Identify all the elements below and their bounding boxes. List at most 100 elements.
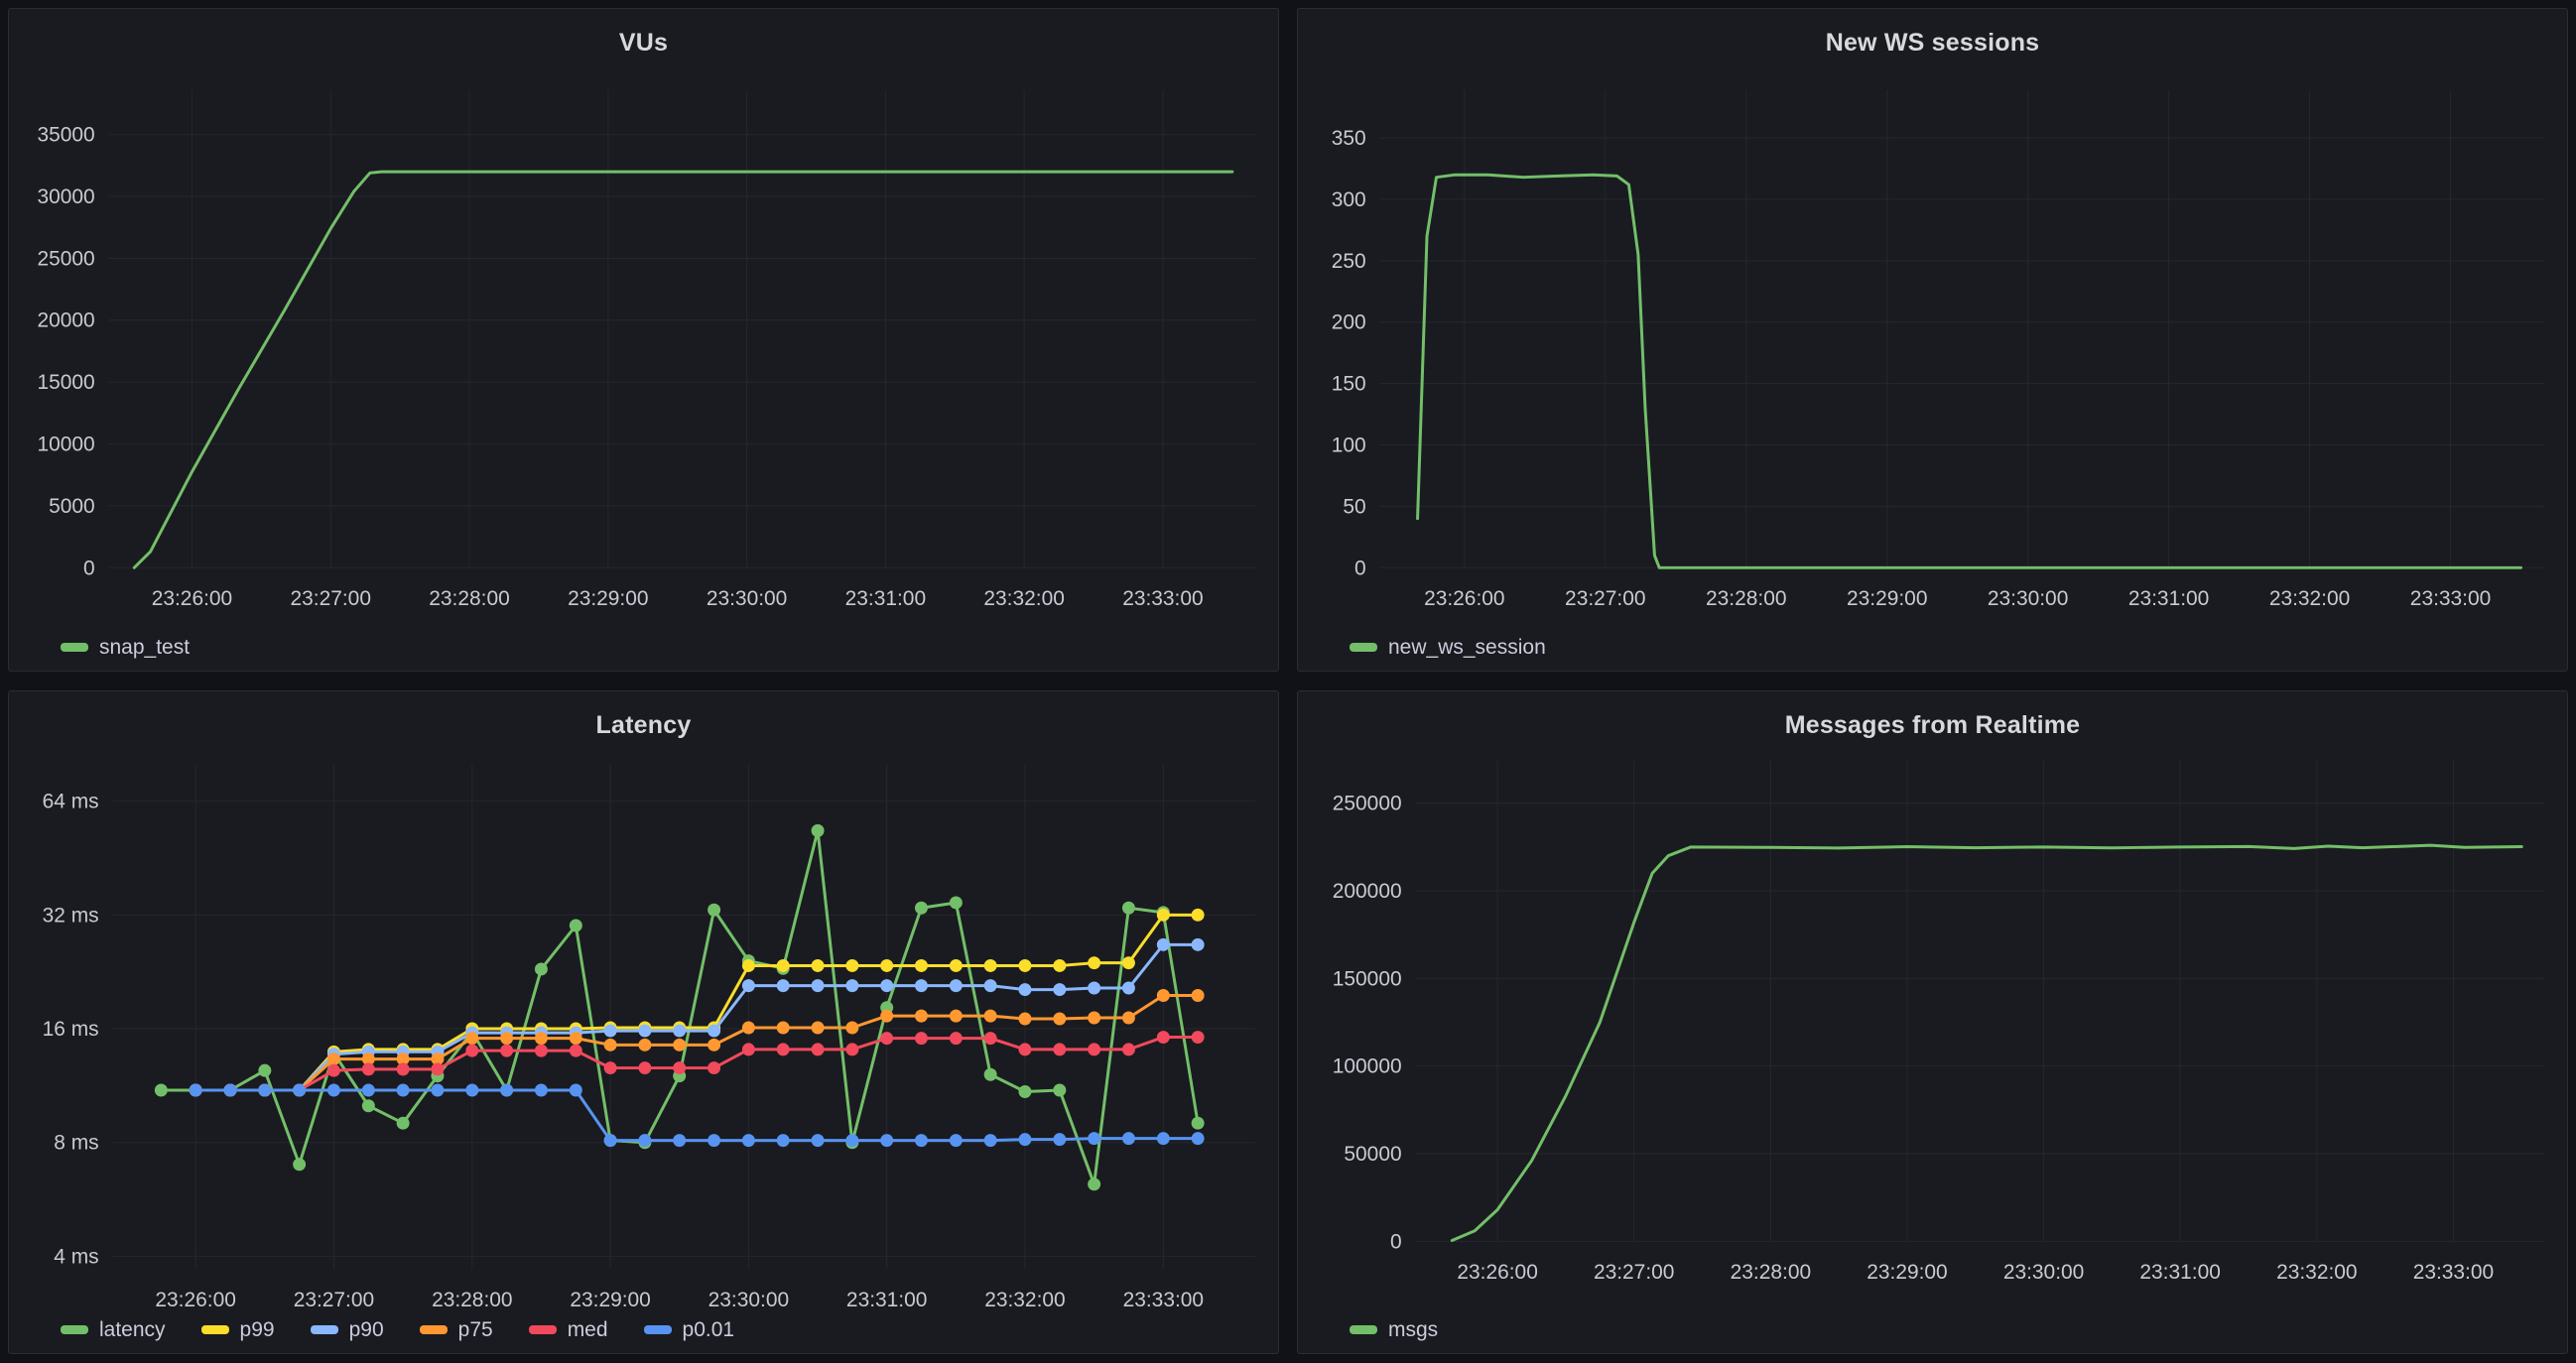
new-ws-sessions-chart-svg[interactable]: 05010015020025030035023:26:0023:27:0023:… (1298, 9, 2567, 671)
legend-swatch-p0.01 (644, 1325, 672, 1334)
svg-text:23:28:00: 23:28:00 (1731, 1261, 1811, 1284)
latency-chart-svg[interactable]: 4 ms8 ms16 ms32 ms64 ms23:26:0023:27:002… (9, 691, 1278, 1353)
svg-text:23:32:00: 23:32:00 (984, 1289, 1065, 1311)
svg-text:23:31:00: 23:31:00 (2128, 587, 2209, 610)
legend-item-snap_test[interactable]: snap_test (61, 637, 190, 658)
svg-text:32 ms: 32 ms (43, 904, 99, 927)
legend-swatch-msgs (1350, 1325, 1377, 1334)
legend-swatch-new_ws_session (1350, 643, 1377, 652)
svg-text:23:28:00: 23:28:00 (1706, 587, 1786, 610)
svg-text:23:27:00: 23:27:00 (291, 587, 371, 610)
legend-label: new_ws_session (1388, 637, 1546, 658)
panel-messages-from-realtime: 05000010000015000020000025000023:26:0023… (1297, 690, 2568, 1354)
svg-text:23:31:00: 23:31:00 (845, 587, 926, 610)
messages-chart-svg[interactable]: 05000010000015000020000025000023:26:0023… (1298, 691, 2567, 1353)
svg-text:23:33:00: 23:33:00 (2410, 587, 2491, 610)
new-ws-sessions-chart[interactable]: 05010015020025030035023:26:0023:27:0023:… (1298, 9, 2567, 671)
svg-text:23:29:00: 23:29:00 (1847, 587, 1927, 610)
svg-text:23:29:00: 23:29:00 (570, 1289, 650, 1311)
svg-text:5000: 5000 (49, 495, 95, 518)
svg-text:0: 0 (1354, 557, 1366, 579)
messages-legend: msgs (1350, 1319, 1438, 1340)
legend-label: msgs (1388, 1319, 1438, 1340)
svg-text:23:30:00: 23:30:00 (708, 1289, 789, 1311)
svg-text:23:29:00: 23:29:00 (568, 587, 648, 610)
latency-legend: latency p99 p90 p75 med p0.01 (61, 1319, 734, 1340)
svg-text:0: 0 (83, 557, 95, 579)
legend-swatch-latency (61, 1325, 88, 1334)
legend-label: p75 (458, 1319, 493, 1340)
svg-text:23:27:00: 23:27:00 (294, 1289, 374, 1311)
svg-text:200000: 200000 (1333, 880, 1402, 903)
legend-item-new_ws_session[interactable]: new_ws_session (1350, 637, 1546, 658)
svg-text:23:31:00: 23:31:00 (2139, 1261, 2220, 1284)
legend-label: snap_test (99, 637, 190, 658)
panel-new-ws-sessions: 05010015020025030035023:26:0023:27:0023:… (1297, 8, 2568, 672)
svg-text:200: 200 (1332, 311, 1366, 334)
svg-text:20000: 20000 (37, 310, 94, 332)
new-ws-sessions-legend: new_ws_session (1350, 637, 1546, 658)
panel-vus: 0 5000 10000 15000 20000 25000 30000 35000 23:26… (8, 8, 1279, 672)
panel-title-new-ws-sessions[interactable]: New WS sessions (1298, 29, 2567, 58)
legend-item-msgs[interactable]: msgs (1350, 1319, 1438, 1340)
svg-text:100000: 100000 (1333, 1055, 1402, 1078)
legend-item-latency[interactable]: latency (61, 1319, 166, 1340)
legend-item-p90[interactable]: p90 (311, 1319, 384, 1340)
svg-text:300: 300 (1332, 188, 1366, 211)
svg-text:250: 250 (1332, 250, 1366, 273)
legend-label: p99 (240, 1319, 275, 1340)
svg-text:350: 350 (1332, 127, 1366, 150)
svg-text:15000: 15000 (37, 371, 94, 394)
svg-text:23:32:00: 23:32:00 (2269, 587, 2350, 610)
svg-text:23:26:00: 23:26:00 (1424, 587, 1504, 610)
svg-text:23:31:00: 23:31:00 (846, 1289, 927, 1311)
svg-text:23:28:00: 23:28:00 (429, 587, 509, 610)
messages-chart[interactable]: 05000010000015000020000025000023:26:0023… (1298, 691, 2567, 1353)
legend-label: med (568, 1319, 608, 1340)
legend-swatch-p75 (420, 1325, 448, 1334)
panel-title-messages[interactable]: Messages from Realtime (1298, 711, 2567, 740)
legend-label: p90 (349, 1319, 384, 1340)
panel-title-latency[interactable]: Latency (9, 711, 1278, 740)
svg-text:23:32:00: 23:32:00 (2276, 1261, 2357, 1284)
svg-text:35000: 35000 (37, 124, 94, 147)
vus-chart-svg[interactable]: 0 5000 10000 15000 20000 25000 30000 35000 23:26… (9, 9, 1278, 671)
svg-text:23:30:00: 23:30:00 (707, 587, 787, 610)
svg-text:0: 0 (1390, 1230, 1402, 1253)
svg-text:150000: 150000 (1333, 967, 1402, 990)
svg-text:23:33:00: 23:33:00 (2413, 1261, 2494, 1284)
svg-text:10000: 10000 (37, 434, 94, 456)
svg-text:23:27:00: 23:27:00 (1565, 587, 1645, 610)
svg-text:25000: 25000 (37, 247, 94, 270)
legend-item-p0.01[interactable]: p0.01 (644, 1319, 735, 1340)
svg-text:30000: 30000 (37, 186, 94, 208)
svg-text:23:32:00: 23:32:00 (983, 587, 1064, 610)
svg-text:23:30:00: 23:30:00 (1988, 587, 2068, 610)
legend-item-p99[interactable]: p99 (201, 1319, 275, 1340)
svg-text:23:27:00: 23:27:00 (1594, 1261, 1674, 1284)
legend-item-p75[interactable]: p75 (420, 1319, 493, 1340)
legend-swatch-p99 (201, 1325, 229, 1334)
svg-text:23:30:00: 23:30:00 (2003, 1261, 2084, 1284)
legend-label: p0.01 (683, 1319, 735, 1340)
vus-legend: snap_test (61, 637, 190, 658)
svg-text:23:33:00: 23:33:00 (1123, 1289, 1204, 1311)
svg-text:16 ms: 16 ms (43, 1018, 99, 1041)
panel-title-vus[interactable]: VUs (9, 29, 1278, 58)
svg-text:50: 50 (1343, 495, 1365, 518)
svg-text:23:26:00: 23:26:00 (155, 1289, 235, 1311)
svg-text:23:26:00: 23:26:00 (1457, 1261, 1537, 1284)
svg-text:64 ms: 64 ms (43, 791, 99, 813)
vus-chart[interactable]: 0 5000 10000 15000 20000 25000 30000 35000 23:26… (9, 9, 1278, 671)
svg-text:23:29:00: 23:29:00 (1867, 1261, 1947, 1284)
svg-text:4 ms: 4 ms (54, 1245, 98, 1268)
legend-label: latency (99, 1319, 166, 1340)
svg-text:23:26:00: 23:26:00 (152, 587, 232, 610)
svg-text:100: 100 (1332, 434, 1366, 456)
svg-text:23:33:00: 23:33:00 (1122, 587, 1203, 610)
legend-item-med[interactable]: med (529, 1319, 608, 1340)
svg-text:23:28:00: 23:28:00 (432, 1289, 512, 1311)
latency-chart[interactable]: 4 ms8 ms16 ms32 ms64 ms23:26:0023:27:002… (9, 691, 1278, 1353)
svg-text:50000: 50000 (1344, 1143, 1401, 1166)
legend-swatch-p90 (311, 1325, 338, 1334)
